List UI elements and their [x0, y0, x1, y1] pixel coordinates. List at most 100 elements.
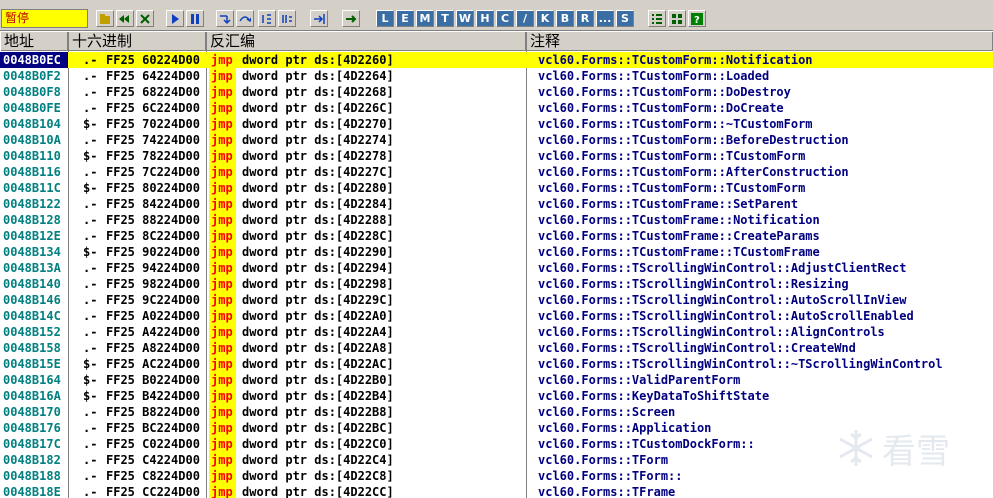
disasm-row[interactable]: 0048B14C .- FF25 A0224D00 jmp dword ptr ds:[…	[0, 308, 993, 324]
breakpoints-window-button[interactable]: B	[556, 10, 574, 27]
disasm-row[interactable]: 0048B140 .- FF25 98224D00 jmp dword ptr ds:[…	[0, 276, 993, 292]
operand-cell: dword ptr ds:[4D228C]	[242, 229, 394, 243]
operand-cell: dword ptr ds:[4D2260]	[242, 53, 394, 67]
close-process-button[interactable]	[136, 10, 154, 27]
comment-cell: vcl60.Forms::TScrollingWinControl::Align…	[538, 325, 885, 339]
log-window-button[interactable]: L	[376, 10, 394, 27]
disasm-row[interactable]: 0048B0FE .- FF25 6C224D00 jmp dword ptr ds:[…	[0, 100, 993, 116]
disasm-row[interactable]: 0048B12E .- FF25 8C224D00 jmp dword ptr ds:[…	[0, 228, 993, 244]
pause-button[interactable]	[186, 10, 204, 27]
mnemonic-cell: jmp	[209, 68, 236, 84]
hex-bytes-cell: FF25 A8224D00	[106, 341, 200, 355]
trace-over-button[interactable]	[278, 10, 296, 27]
references-window-button[interactable]: R	[576, 10, 594, 27]
trace-into-icon	[262, 13, 271, 24]
operand-cell: dword ptr ds:[4D2280]	[242, 181, 394, 195]
mnemonic-cell: jmp	[209, 180, 236, 196]
disasm-row[interactable]: 0048B128 .- FF25 88224D00 jmp dword ptr ds:[…	[0, 212, 993, 228]
goto-button[interactable]	[342, 10, 360, 27]
step-over-icon	[239, 15, 251, 22]
disasm-row[interactable]: 0048B164 $- FF25 B0224D00 jmp dword ptr ds:[…	[0, 372, 993, 388]
jump-marker: $-	[83, 389, 98, 403]
windows-window-button[interactable]: W	[456, 10, 474, 27]
comment-cell: vcl60.Forms::TScrollingWinControl::AutoS…	[538, 309, 914, 323]
operand-cell: dword ptr ds:[4D2288]	[242, 213, 394, 227]
trace-into-button[interactable]	[258, 10, 276, 27]
open-button[interactable]	[96, 10, 114, 27]
column-hex[interactable]: 十六进制	[68, 32, 206, 51]
disasm-row[interactable]: 0048B158 .- FF25 A8224D00 jmp dword ptr ds:[…	[0, 340, 993, 356]
disasm-row[interactable]: 0048B146 .- FF25 9C224D00 jmp dword ptr ds:[…	[0, 292, 993, 308]
disasm-row[interactable]: 0048B13A .- FF25 94224D00 jmp dword ptr ds:[…	[0, 260, 993, 276]
hex-bytes-cell: FF25 78224D00	[106, 149, 200, 163]
disasm-row[interactable]: 0048B110 $- FF25 78224D00 jmp dword ptr ds:[…	[0, 148, 993, 164]
modules-window-button[interactable]: E	[396, 10, 414, 27]
disasm-row[interactable]: 0048B0F8 .- FF25 68224D00 jmp dword ptr ds:[…	[0, 84, 993, 100]
address-cell: 0048B16A	[3, 389, 61, 403]
disasm-row[interactable]: 0048B122 .- FF25 84224D00 jmp dword ptr ds:[…	[0, 196, 993, 212]
column-address[interactable]: 地址	[0, 32, 68, 51]
mnemonic-cell: jmp	[209, 420, 236, 436]
operand-cell: dword ptr ds:[4D22B0]	[242, 373, 394, 387]
memory-window-button[interactable]: M	[416, 10, 434, 27]
address-cell: 0048B164	[3, 373, 61, 387]
jump-marker: $-	[83, 149, 98, 163]
jump-marker: .-	[83, 85, 98, 99]
help-button[interactable]: ?	[688, 10, 706, 27]
operand-cell: dword ptr ds:[4D22A0]	[242, 309, 394, 323]
operand-cell: dword ptr ds:[4D2298]	[242, 277, 394, 291]
disasm-row[interactable]: 0048B18E .- FF25 CC224D00 jmp dword ptr ds:[…	[0, 484, 993, 498]
address-cell: 0048B182	[3, 453, 61, 467]
comment-cell: vcl60.Forms::TForm::	[538, 469, 683, 483]
jump-marker: .-	[83, 341, 98, 355]
jump-marker: .-	[83, 277, 98, 291]
execute-till-return-button[interactable]	[310, 10, 328, 27]
step-into-button[interactable]	[216, 10, 234, 27]
jump-marker: .-	[83, 101, 98, 115]
address-cell: 0048B14C	[3, 309, 61, 323]
address-cell: 0048B152	[3, 325, 61, 339]
jump-marker: .-	[83, 469, 98, 483]
disasm-row[interactable]: 0048B11C $- FF25 80224D00 jmp dword ptr ds:[…	[0, 180, 993, 196]
disasm-row[interactable]: 0048B104 $- FF25 70224D00 jmp dword ptr ds:[…	[0, 116, 993, 132]
column-disassembly[interactable]: 反汇编	[206, 32, 526, 51]
run-trace-window-button[interactable]: ...	[596, 10, 614, 27]
comment-cell: vcl60.Forms::TScrollingWinControl::Adjus…	[538, 261, 907, 275]
address-cell: 0048B128	[3, 213, 61, 227]
disasm-row[interactable]: 0048B10A .- FF25 74224D00 jmp dword ptr ds:[…	[0, 132, 993, 148]
comment-cell: vcl60.Forms::TCustomForm::Loaded	[538, 69, 770, 83]
hex-bytes-cell: FF25 A0224D00	[106, 309, 200, 323]
disasm-row[interactable]: 0048B15E $- FF25 AC224D00 jmp dword ptr ds:[…	[0, 356, 993, 372]
cpu-window-button[interactable]: C	[496, 10, 514, 27]
disasm-row[interactable]: 0048B134 $- FF25 90224D00 jmp dword ptr ds:[…	[0, 244, 993, 260]
comment-cell: vcl60.Forms::Application	[538, 421, 712, 435]
disasm-row[interactable]: 0048B116 .- FF25 7C224D00 jmp dword ptr ds:[…	[0, 164, 993, 180]
operand-cell: dword ptr ds:[4D2278]	[242, 149, 394, 163]
disasm-row[interactable]: 0048B152 .- FF25 A4224D00 jmp dword ptr ds:[…	[0, 324, 993, 340]
source-window-button[interactable]: S	[616, 10, 634, 27]
threads-window-button[interactable]: T	[436, 10, 454, 27]
operand-cell: dword ptr ds:[4D2290]	[242, 245, 394, 259]
jump-marker: .-	[83, 213, 98, 227]
operand-cell: dword ptr ds:[4D227C]	[242, 165, 394, 179]
column-comment[interactable]: 注释	[526, 32, 993, 51]
list-button[interactable]	[648, 10, 666, 27]
help-icon: ?	[691, 12, 703, 25]
patches-window-button[interactable]: /	[516, 10, 534, 27]
comment-cell: vcl60.Forms::TCustomDockForm::	[538, 437, 755, 451]
comment-cell: vcl60.Forms::TCustomForm::~TCustomForm	[538, 117, 813, 131]
handles-window-button[interactable]: H	[476, 10, 494, 27]
call-stack-window-button[interactable]: K	[536, 10, 554, 27]
mnemonic-cell: jmp	[209, 212, 236, 228]
disasm-row[interactable]: 0048B0F2 .- FF25 64224D00 jmp dword ptr ds:[…	[0, 68, 993, 84]
disasm-row[interactable]: 0048B0EC .- FF25 60224D00 jmp dword ptr ds:[…	[0, 52, 993, 68]
step-over-button[interactable]	[236, 10, 254, 27]
address-cell: 0048B0F2	[3, 69, 61, 83]
mnemonic-cell: jmp	[209, 228, 236, 244]
restart-button[interactable]	[116, 10, 134, 27]
run-button[interactable]	[166, 10, 184, 27]
hex-bytes-cell: FF25 84224D00	[106, 197, 200, 211]
options-button[interactable]	[668, 10, 686, 27]
disasm-row[interactable]: 0048B16A $- FF25 B4224D00 jmp dword ptr ds:[…	[0, 388, 993, 404]
comment-cell: vcl60.Forms::TCustomForm::TCustomForm	[538, 181, 806, 195]
